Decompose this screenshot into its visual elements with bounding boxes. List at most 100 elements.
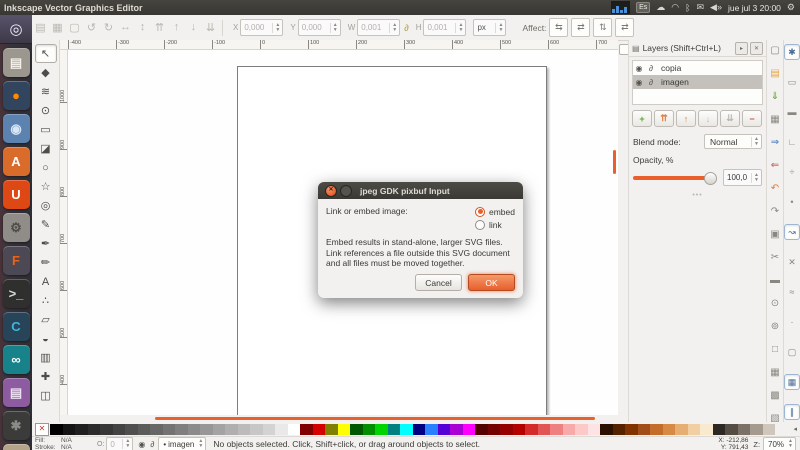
layer-action-button[interactable]: ↑ xyxy=(676,110,696,127)
color-swatch[interactable] xyxy=(350,424,363,435)
palette-scroll-icon[interactable]: ◂ xyxy=(793,425,797,433)
color-swatch[interactable] xyxy=(588,424,601,435)
color-swatch[interactable] xyxy=(738,424,751,435)
blend-mode-dropdown[interactable]: Normal▲▼ xyxy=(704,134,762,149)
color-swatch[interactable] xyxy=(150,424,163,435)
color-swatch[interactable] xyxy=(613,424,626,435)
snap-toggle-icon[interactable]: ▦ xyxy=(784,374,800,390)
horizontal-scrollbar[interactable] xyxy=(68,415,618,422)
color-swatch[interactable] xyxy=(675,424,688,435)
x-input[interactable]: 0,000▲▼ xyxy=(240,19,283,36)
command-icon[interactable]: ▦ xyxy=(768,365,783,380)
color-swatch[interactable] xyxy=(238,424,251,435)
tool-button[interactable]: ✎ xyxy=(35,215,57,234)
command-icon[interactable]: ▩ xyxy=(768,388,783,403)
tool-button[interactable]: ◒ xyxy=(35,329,57,348)
snap-toggle-icon[interactable]: ▬ xyxy=(784,104,800,120)
launcher-item[interactable]: ⚙ xyxy=(3,213,30,242)
command-icon[interactable]: ▦ xyxy=(768,112,783,127)
tool-button[interactable]: A xyxy=(35,272,57,291)
launcher-item[interactable]: ▤ xyxy=(3,378,30,407)
layer-action-button[interactable]: ⇊ xyxy=(720,110,740,127)
color-swatch[interactable] xyxy=(488,424,501,435)
clock[interactable]: jue jul 3 20:00 xyxy=(728,3,781,13)
color-swatch[interactable] xyxy=(375,424,388,435)
color-swatch[interactable] xyxy=(538,424,551,435)
panel-resize-grip[interactable]: ••• xyxy=(629,192,766,199)
vertical-ruler[interactable]: 1000900800700600500400300 xyxy=(60,50,68,415)
command-icon[interactable]: ▤ xyxy=(768,66,783,81)
tool-button[interactable]: ✏ xyxy=(35,253,57,272)
snap-toggle-icon[interactable]: • xyxy=(784,194,800,210)
color-swatch[interactable] xyxy=(725,424,738,435)
color-swatch[interactable] xyxy=(550,424,563,435)
toolbar-icon[interactable]: ↕ xyxy=(134,21,151,34)
radio-option[interactable]: embed xyxy=(475,206,515,217)
snap-toggle-icon[interactable]: ▢ xyxy=(784,344,800,360)
launcher-item[interactable]: F xyxy=(3,246,30,275)
color-swatch[interactable] xyxy=(250,424,263,435)
color-swatch[interactable] xyxy=(300,424,313,435)
color-swatch[interactable] xyxy=(450,424,463,435)
layer-visibility-icon[interactable]: ◉ xyxy=(138,440,145,449)
color-swatch[interactable] xyxy=(400,424,413,435)
command-icon[interactable]: ⊙ xyxy=(768,296,783,311)
snap-toggle-icon[interactable]: ÷ xyxy=(784,164,800,180)
no-color-swatch[interactable]: ✕ xyxy=(35,423,49,436)
toolbar-icon[interactable]: ↓ xyxy=(185,21,202,34)
mail-icon[interactable]: ✉ xyxy=(697,2,705,13)
color-swatch[interactable] xyxy=(50,424,63,435)
color-swatch[interactable] xyxy=(688,424,701,435)
command-icon[interactable]: ⊚ xyxy=(768,319,783,334)
tool-button[interactable]: ▭ xyxy=(35,120,57,139)
snap-toggle-icon[interactable]: ∟ xyxy=(784,134,800,150)
h-input[interactable]: 0,001▲▼ xyxy=(423,19,466,36)
panel-close-button[interactable]: ✕ xyxy=(750,42,763,55)
color-swatch[interactable] xyxy=(663,424,676,435)
layer-action-button[interactable]: + xyxy=(632,110,652,127)
command-icon[interactable]: ↷ xyxy=(768,204,783,219)
color-swatch[interactable] xyxy=(200,424,213,435)
color-swatch[interactable] xyxy=(275,424,288,435)
radio-icon[interactable] xyxy=(475,207,485,217)
horizontal-ruler[interactable]: -400-300-200-100010020030040050060070080… xyxy=(60,40,618,50)
current-layer-dropdown[interactable]: • imagen ▲▼ xyxy=(158,437,206,450)
color-swatch[interactable] xyxy=(88,424,101,435)
launcher-item[interactable]: >_ xyxy=(3,279,30,308)
color-swatch[interactable] xyxy=(113,424,126,435)
bluetooth-icon[interactable]: ᛒ xyxy=(685,3,690,13)
affect-toggle-button[interactable]: ⇄ xyxy=(615,18,634,37)
lock-ratio-icon[interactable]: ∂ xyxy=(404,23,408,33)
command-icon[interactable]: ▣ xyxy=(768,227,783,242)
snap-toggle-icon[interactable]: ∥ xyxy=(784,404,800,420)
dialog-close-icon[interactable]: ✕ xyxy=(325,185,337,197)
color-swatch[interactable] xyxy=(438,424,451,435)
volume-icon[interactable]: ◀» xyxy=(710,2,722,13)
object-opacity-input[interactable]: 0▲▼ xyxy=(106,437,133,450)
color-swatch[interactable] xyxy=(525,424,538,435)
dialog-maximize-icon[interactable] xyxy=(340,185,352,197)
color-swatch[interactable] xyxy=(63,424,76,435)
radio-icon[interactable] xyxy=(475,220,485,230)
command-icon[interactable]: ⇓ xyxy=(768,89,783,104)
layer-visibility-icon[interactable]: ◉ xyxy=(633,78,645,87)
tool-button[interactable]: ∴ xyxy=(35,291,57,310)
ok-button[interactable]: OK xyxy=(468,274,515,291)
command-icon[interactable]: ▬ xyxy=(768,273,783,288)
units-dropdown[interactable]: px▲▼ xyxy=(473,19,506,36)
color-swatch[interactable] xyxy=(213,424,226,435)
snap-toggle-icon[interactable]: ↝ xyxy=(784,224,800,240)
zoom-input[interactable]: 70%▲▼ xyxy=(763,437,796,450)
launcher-item[interactable]: ▒ xyxy=(3,444,30,450)
snap-toggle-icon[interactable]: ✱ xyxy=(784,44,800,60)
keyboard-layout-indicator[interactable]: Es xyxy=(636,2,650,13)
color-swatch[interactable] xyxy=(363,424,376,435)
wifi-icon[interactable]: ◠ xyxy=(671,2,679,13)
command-icon[interactable]: ✂ xyxy=(768,250,783,265)
radio-option[interactable]: link xyxy=(475,219,515,230)
color-swatch[interactable] xyxy=(313,424,326,435)
snap-toggle-icon[interactable]: ▭ xyxy=(784,74,800,90)
panel-collapse-button[interactable]: ▸ xyxy=(735,42,748,55)
tool-button[interactable]: ◫ xyxy=(35,386,57,405)
color-swatch[interactable] xyxy=(100,424,113,435)
